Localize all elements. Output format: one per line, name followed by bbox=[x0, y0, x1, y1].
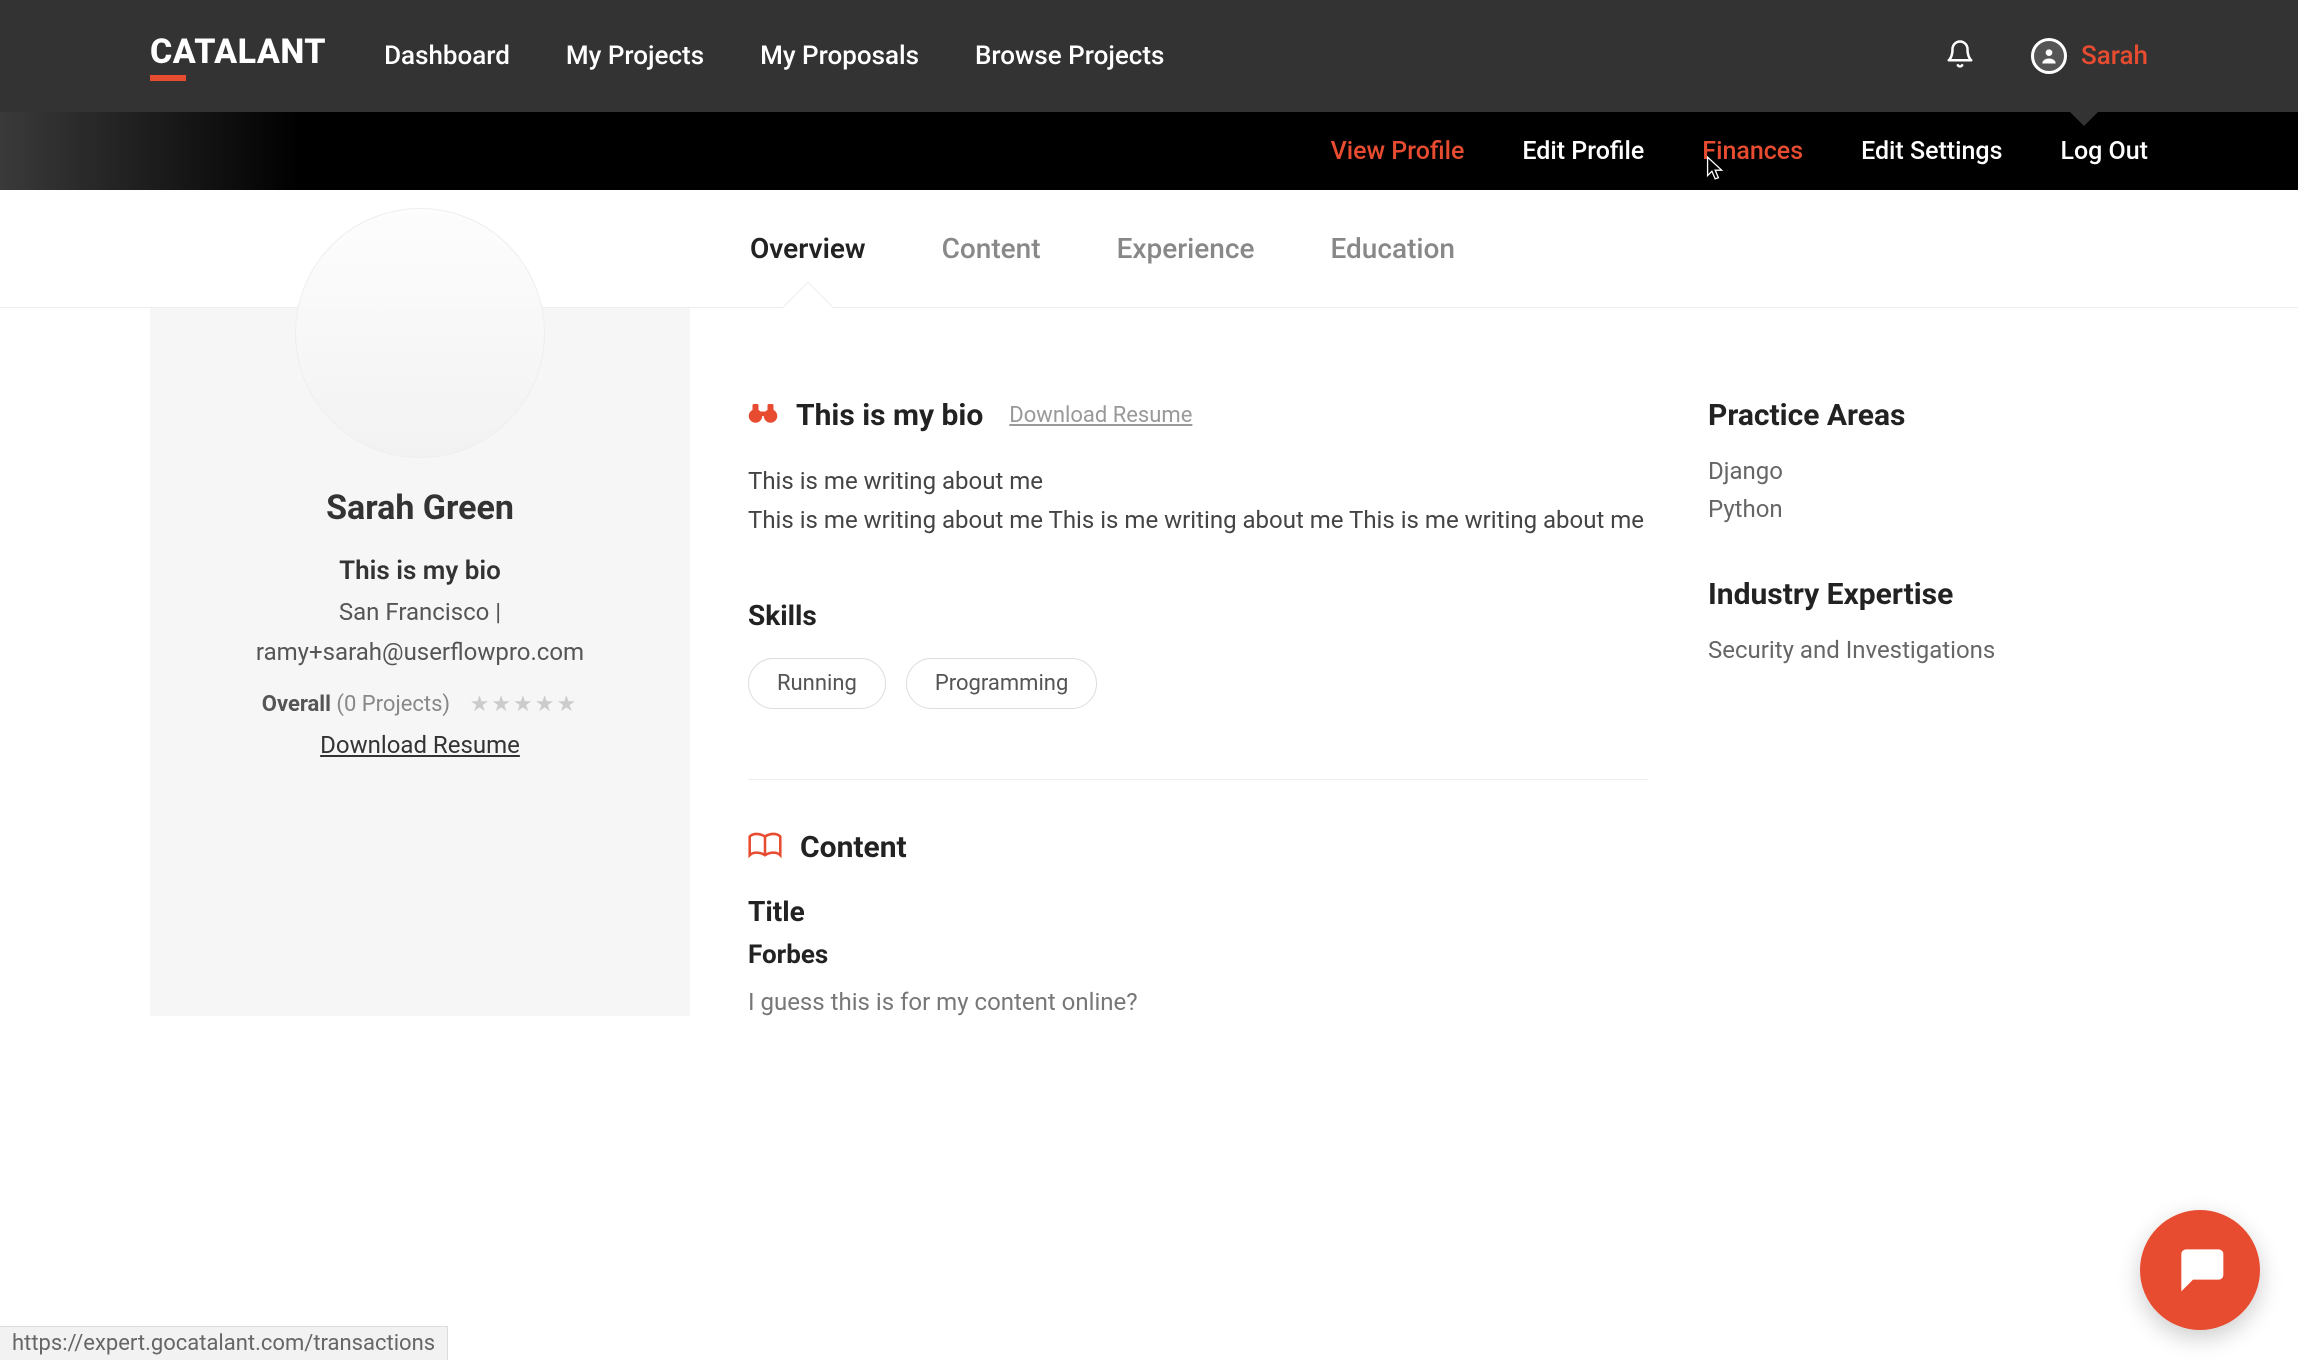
list-item: Security and Investigations bbox=[1708, 636, 2148, 664]
right-column: Practice Areas Django Python Industry Ex… bbox=[1708, 398, 2148, 1016]
profile-rating: Overall (0 Projects) ★★★★★ bbox=[180, 692, 660, 717]
profile-location: San Francisco | bbox=[180, 598, 660, 626]
subnav-log-out[interactable]: Log Out bbox=[2060, 137, 2148, 166]
section-divider bbox=[748, 779, 1648, 780]
content-description: I guess this is for my content online? bbox=[748, 988, 1648, 1016]
subnav-view-profile[interactable]: View Profile bbox=[1331, 137, 1465, 166]
nav-dashboard[interactable]: Dashboard bbox=[384, 41, 510, 71]
dropdown-caret-icon bbox=[2070, 112, 2098, 126]
tab-content[interactable]: Content bbox=[942, 190, 1041, 308]
main-columns: This is my bio Download Resume This is m… bbox=[748, 308, 2148, 1016]
skill-pill: Programming bbox=[906, 658, 1097, 709]
skills-heading: Skills bbox=[748, 599, 1648, 632]
nav-my-proposals[interactable]: My Proposals bbox=[760, 41, 919, 71]
skill-pill: Running bbox=[748, 658, 886, 709]
overall-label: Overall bbox=[262, 692, 331, 717]
nav-browse-projects[interactable]: Browse Projects bbox=[975, 41, 1164, 71]
tab-experience[interactable]: Experience bbox=[1117, 190, 1255, 308]
profile-name: Sarah Green bbox=[180, 488, 660, 528]
chat-fab[interactable] bbox=[2140, 1210, 2260, 1330]
profile-email: ramy+sarah@userflowpro.com bbox=[180, 638, 660, 666]
book-icon bbox=[748, 831, 782, 864]
practice-areas-heading: Practice Areas bbox=[1708, 398, 2148, 433]
practice-areas-block: Practice Areas Django Python bbox=[1708, 398, 2148, 523]
profile-avatar bbox=[295, 208, 545, 458]
list-item: Django bbox=[1708, 457, 2148, 485]
binoculars-icon bbox=[748, 401, 778, 430]
profile-bio-short: This is my bio bbox=[180, 556, 660, 586]
top-nav-right: Sarah bbox=[1945, 38, 2148, 74]
notifications-icon[interactable] bbox=[1945, 39, 1975, 74]
bio-p1: This is me writing about me bbox=[748, 463, 1648, 500]
user-avatar-icon bbox=[2031, 38, 2067, 74]
practice-areas-list: Django Python bbox=[1708, 457, 2148, 523]
projects-count: (0 Projects) bbox=[336, 692, 450, 717]
nav-links: Dashboard My Projects My Proposals Brows… bbox=[384, 41, 1164, 71]
subnav-finances[interactable]: Finances bbox=[1702, 137, 1803, 166]
user-menu[interactable]: Sarah bbox=[2031, 38, 2148, 74]
list-item: Python bbox=[1708, 495, 2148, 523]
subnav-edit-settings[interactable]: Edit Settings bbox=[1861, 137, 2002, 166]
industry-expertise-block: Industry Expertise Security and Investig… bbox=[1708, 577, 2148, 664]
skills-list: Running Programming bbox=[748, 658, 1648, 709]
bio-p2: This is me writing about me This is me w… bbox=[748, 502, 1648, 539]
subnav-edit-profile[interactable]: Edit Profile bbox=[1522, 137, 1644, 166]
content-title-label: Title bbox=[748, 895, 1648, 928]
brand-logo[interactable]: CATALANT bbox=[150, 35, 326, 77]
center-column: This is my bio Download Resume This is m… bbox=[748, 398, 1648, 1016]
industry-expertise-heading: Industry Expertise bbox=[1708, 577, 2148, 612]
chat-icon bbox=[2172, 1240, 2228, 1301]
bio-section-head: This is my bio Download Resume bbox=[748, 398, 1648, 433]
tab-education[interactable]: Education bbox=[1330, 190, 1455, 308]
page-body: Sarah Green This is my bio San Francisco… bbox=[0, 308, 2298, 1076]
content-section-head: Content bbox=[748, 830, 1648, 865]
download-resume-inline[interactable]: Download Resume bbox=[1009, 403, 1192, 428]
content-heading: Content bbox=[800, 830, 907, 865]
top-nav: CATALANT Dashboard My Projects My Propos… bbox=[0, 0, 2298, 112]
star-rating-icon: ★★★★★ bbox=[470, 692, 579, 717]
content-publication: Forbes bbox=[748, 940, 1648, 970]
industry-expertise-list: Security and Investigations bbox=[1708, 636, 2148, 664]
profile-card: Sarah Green This is my bio San Francisco… bbox=[150, 308, 690, 1016]
nav-my-projects[interactable]: My Projects bbox=[566, 41, 704, 71]
bio-title: This is my bio bbox=[796, 398, 983, 433]
download-resume-link[interactable]: Download Resume bbox=[320, 731, 520, 759]
status-bar-url: https://expert.gocatalant.com/transactio… bbox=[0, 1326, 448, 1360]
user-name-label: Sarah bbox=[2081, 41, 2148, 71]
sub-nav: View Profile Edit Profile Finances Edit … bbox=[0, 112, 2298, 190]
bio-text: This is me writing about me This is me w… bbox=[748, 463, 1648, 539]
